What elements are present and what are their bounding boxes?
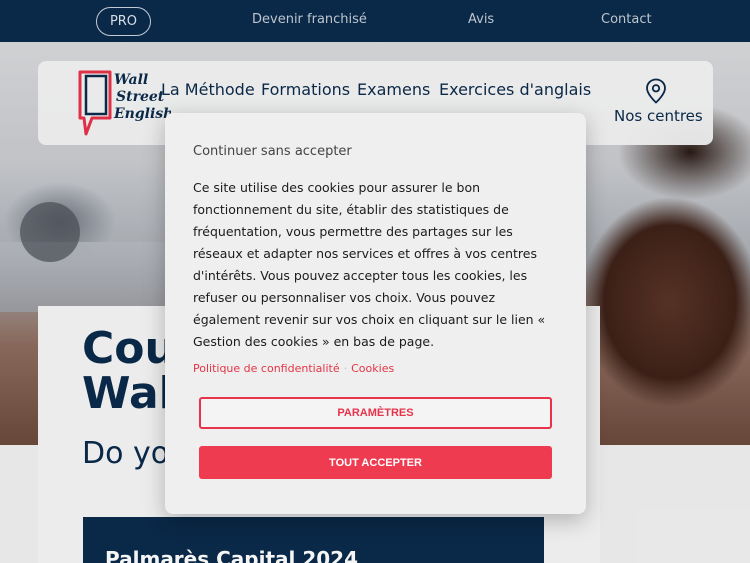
cookie-consent-text: Ce site utilise des cookies pour assurer…	[193, 180, 546, 349]
continue-without-accepting-link[interactable]: Continuer sans accepter	[193, 144, 352, 159]
cookies-link[interactable]: Cookies	[351, 362, 394, 375]
parameters-button[interactable]: PARAMÈTRES	[199, 397, 552, 429]
accept-all-button[interactable]: TOUT ACCEPTER	[199, 446, 552, 479]
cookie-consent-modal: Continuer sans accepter Ce site utilise …	[165, 113, 586, 514]
policy-links: Politique de confidentialité · Cookies	[193, 362, 395, 375]
privacy-policy-link[interactable]: Politique de confidentialité	[193, 362, 340, 375]
